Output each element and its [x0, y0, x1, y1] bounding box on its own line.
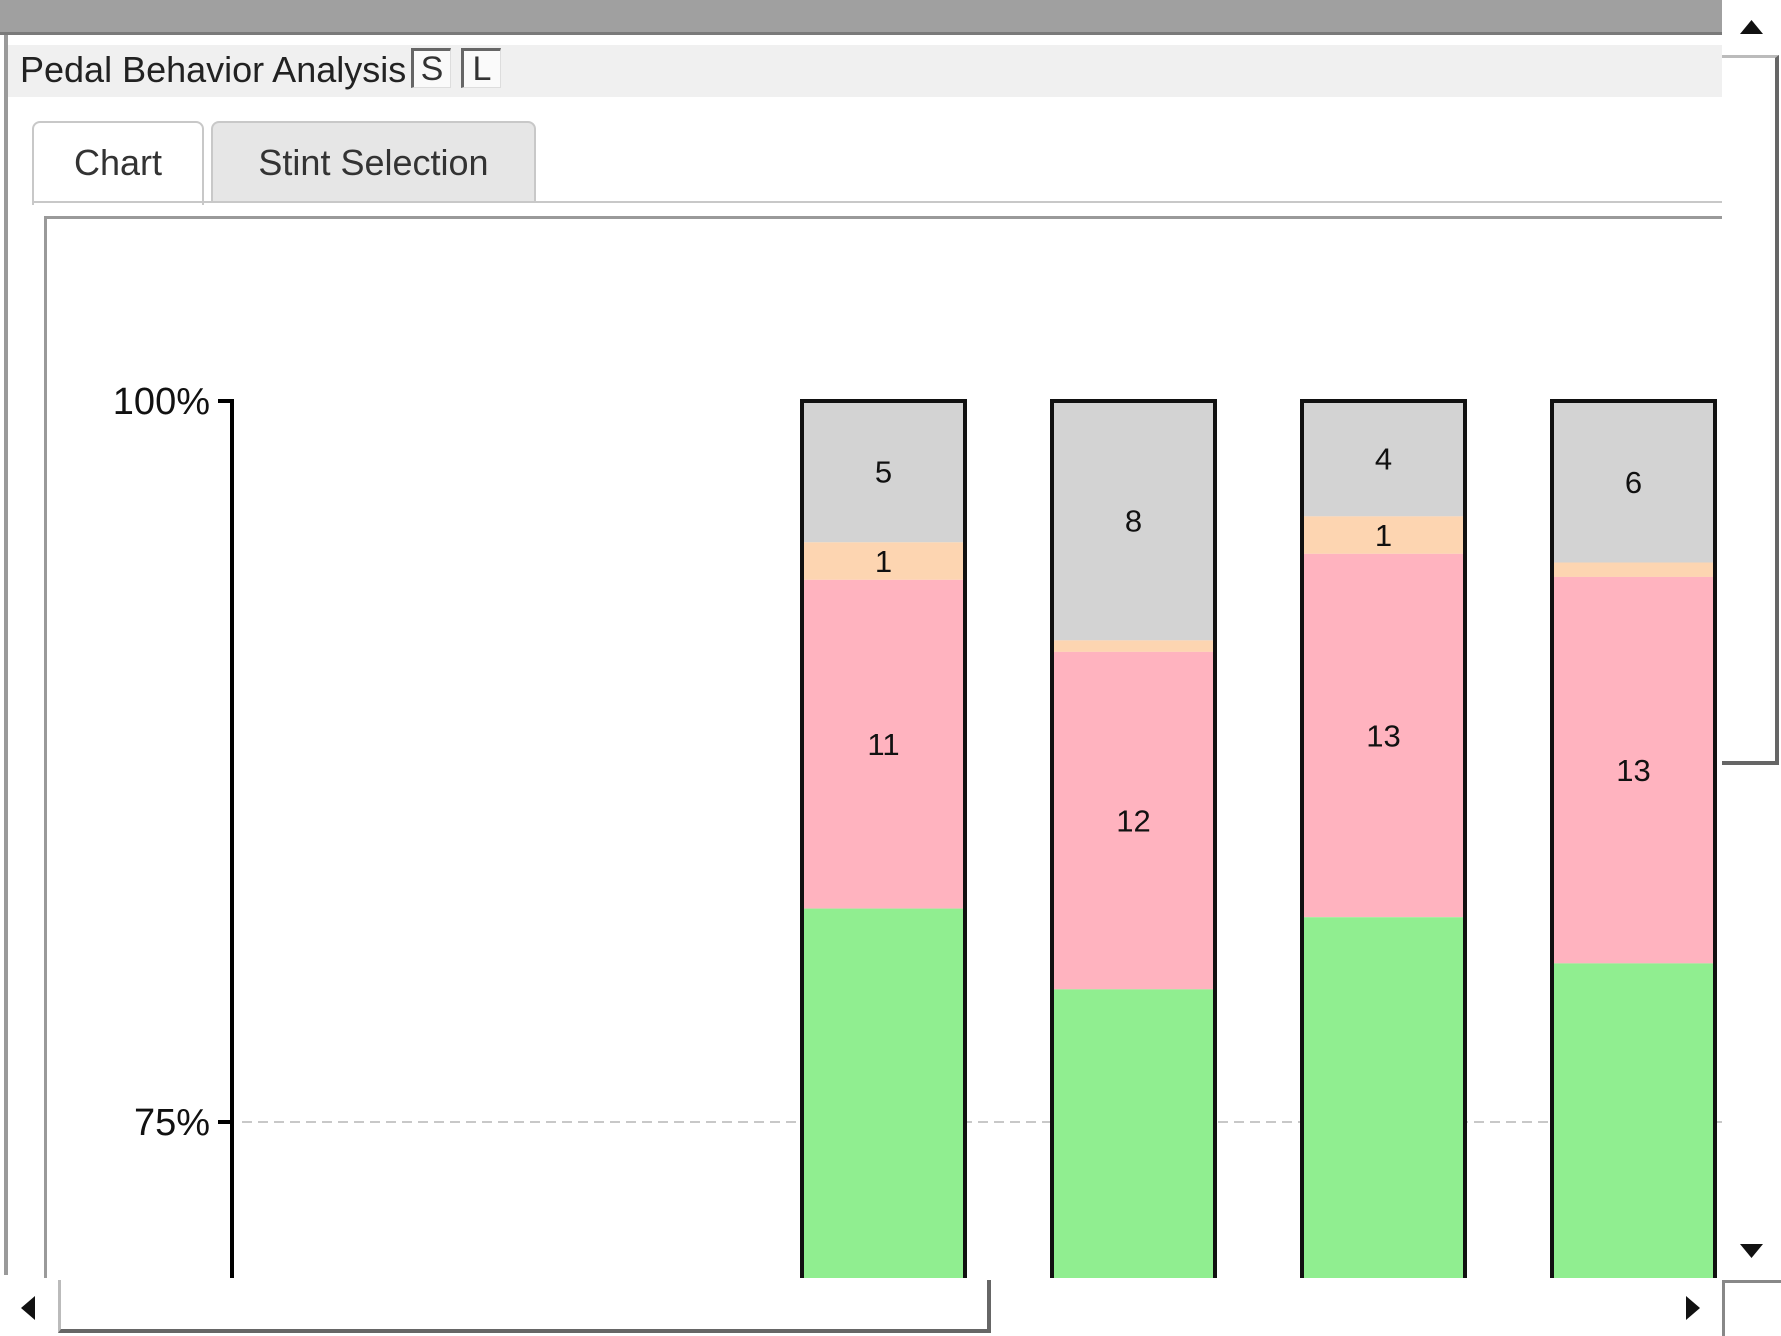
s-button[interactable]: S — [411, 48, 451, 88]
bar-segment-label: 8 — [1125, 504, 1142, 539]
bar-segment-green — [1302, 917, 1465, 1278]
chart-area: 100% 75% 5 1 11 8 12 4 1 13 6 13 — [44, 216, 1722, 1278]
y-tick-label: 100% — [113, 381, 210, 423]
bar-segment-label: 1 — [1375, 518, 1392, 553]
horizontal-scroll-thumb[interactable] — [58, 1280, 991, 1333]
scrollbar-corner — [1722, 1280, 1781, 1336]
vertical-scroll-thumb[interactable] — [1722, 55, 1779, 765]
tab-stint-selection[interactable]: Stint Selection — [211, 121, 536, 203]
bar-segment-label: 12 — [1116, 804, 1150, 839]
bar-segment-label: 11 — [867, 727, 899, 762]
bar-segment-label: 13 — [1366, 719, 1400, 754]
scroll-left-icon[interactable] — [0, 1280, 55, 1336]
bar-segment-label: 6 — [1625, 465, 1642, 500]
bar-segment-orange — [1552, 562, 1715, 577]
tab-chart[interactable]: Chart — [32, 121, 204, 205]
bar-segment-green — [802, 908, 965, 1278]
scroll-right-icon[interactable] — [1665, 1280, 1720, 1336]
scroll-down-icon[interactable] — [1722, 1220, 1781, 1275]
bar-segment-label: 4 — [1375, 442, 1392, 477]
bar-segment-label: 13 — [1616, 753, 1650, 788]
stacked-bar-chart: 100%75%51118124113613 — [113, 381, 1722, 1278]
y-tick-label: 75% — [134, 1102, 210, 1144]
bar-segment-label: 1 — [875, 544, 892, 579]
bar-segment-orange — [1052, 640, 1215, 652]
scroll-up-icon[interactable] — [1722, 0, 1781, 55]
panel-title: Pedal Behavior Analysis — [20, 49, 407, 90]
horizontal-scrollbar[interactable] — [0, 1280, 1722, 1336]
bar-segment-green — [1552, 963, 1715, 1278]
window-titlebar — [0, 0, 1722, 35]
l-button[interactable]: L — [461, 48, 501, 88]
window-left-border — [4, 35, 8, 1275]
bar-segment-green — [1052, 989, 1215, 1278]
tab-underline — [32, 201, 1722, 203]
bar-segment-label: 5 — [875, 455, 892, 490]
vertical-scrollbar[interactable] — [1722, 0, 1781, 1290]
